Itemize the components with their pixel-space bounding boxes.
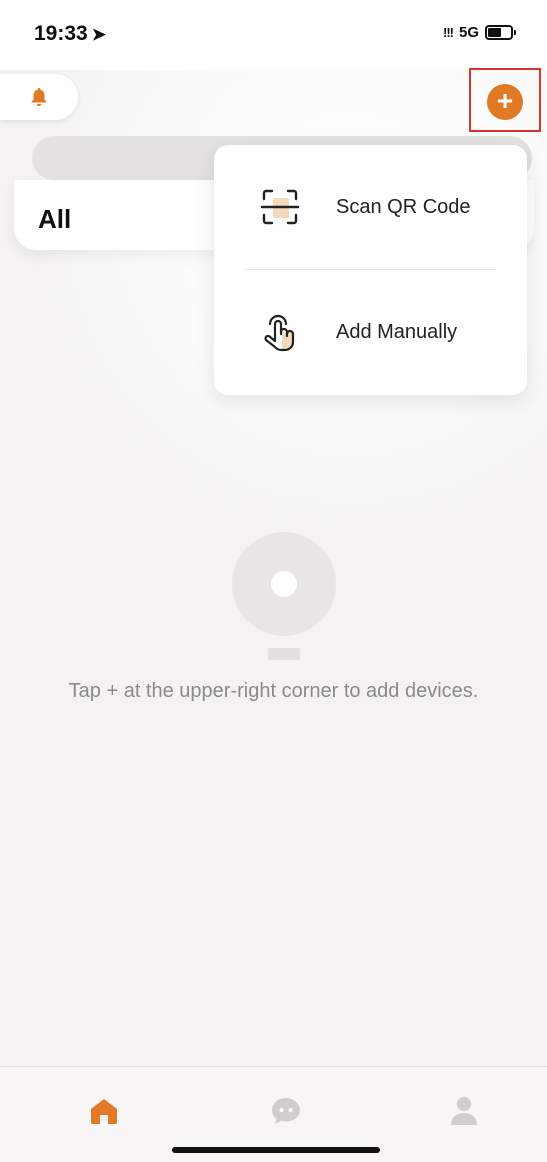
camera-device-icon [232, 532, 336, 660]
location-arrow-icon: ➤ [91, 25, 106, 44]
tab-profile[interactable] [444, 1091, 484, 1131]
battery-tip [514, 30, 516, 35]
menu-label-scan-qr: Scan QR Code [336, 195, 471, 218]
user-icon [451, 1097, 477, 1125]
chat-icon [272, 1098, 300, 1124]
tab-messages[interactable] [266, 1091, 306, 1131]
empty-state-message: Tap + at the upper-right corner to add d… [68, 680, 479, 702]
status-time: 19:33 ➤ [34, 22, 106, 46]
home-icon [91, 1099, 117, 1124]
menu-item-scan-qr[interactable]: Scan QR Code [214, 145, 527, 269]
battery-level [488, 28, 502, 37]
bell-icon [31, 87, 47, 107]
notifications-button[interactable] [0, 74, 78, 120]
menu-item-add-manually[interactable]: Add Manually [214, 270, 527, 394]
tab-all[interactable]: All [38, 204, 71, 235]
tap-hand-icon [264, 314, 295, 352]
scan-qr-icon [260, 189, 300, 225]
signal-icon: !!! [442, 25, 454, 40]
tab-home[interactable] [84, 1091, 124, 1131]
add-menu: Scan QR Code Add Manually [214, 145, 527, 395]
status-indicators: !!! 5G [442, 24, 516, 41]
add-device-button[interactable]: + [487, 84, 523, 120]
home-indicator [172, 1147, 380, 1153]
battery-icon [485, 25, 516, 40]
status-time-text: 19:33 [34, 22, 88, 45]
menu-label-add-manually: Add Manually [336, 320, 458, 343]
plus-icon: + [496, 85, 514, 116]
network-type: 5G [458, 24, 479, 41]
